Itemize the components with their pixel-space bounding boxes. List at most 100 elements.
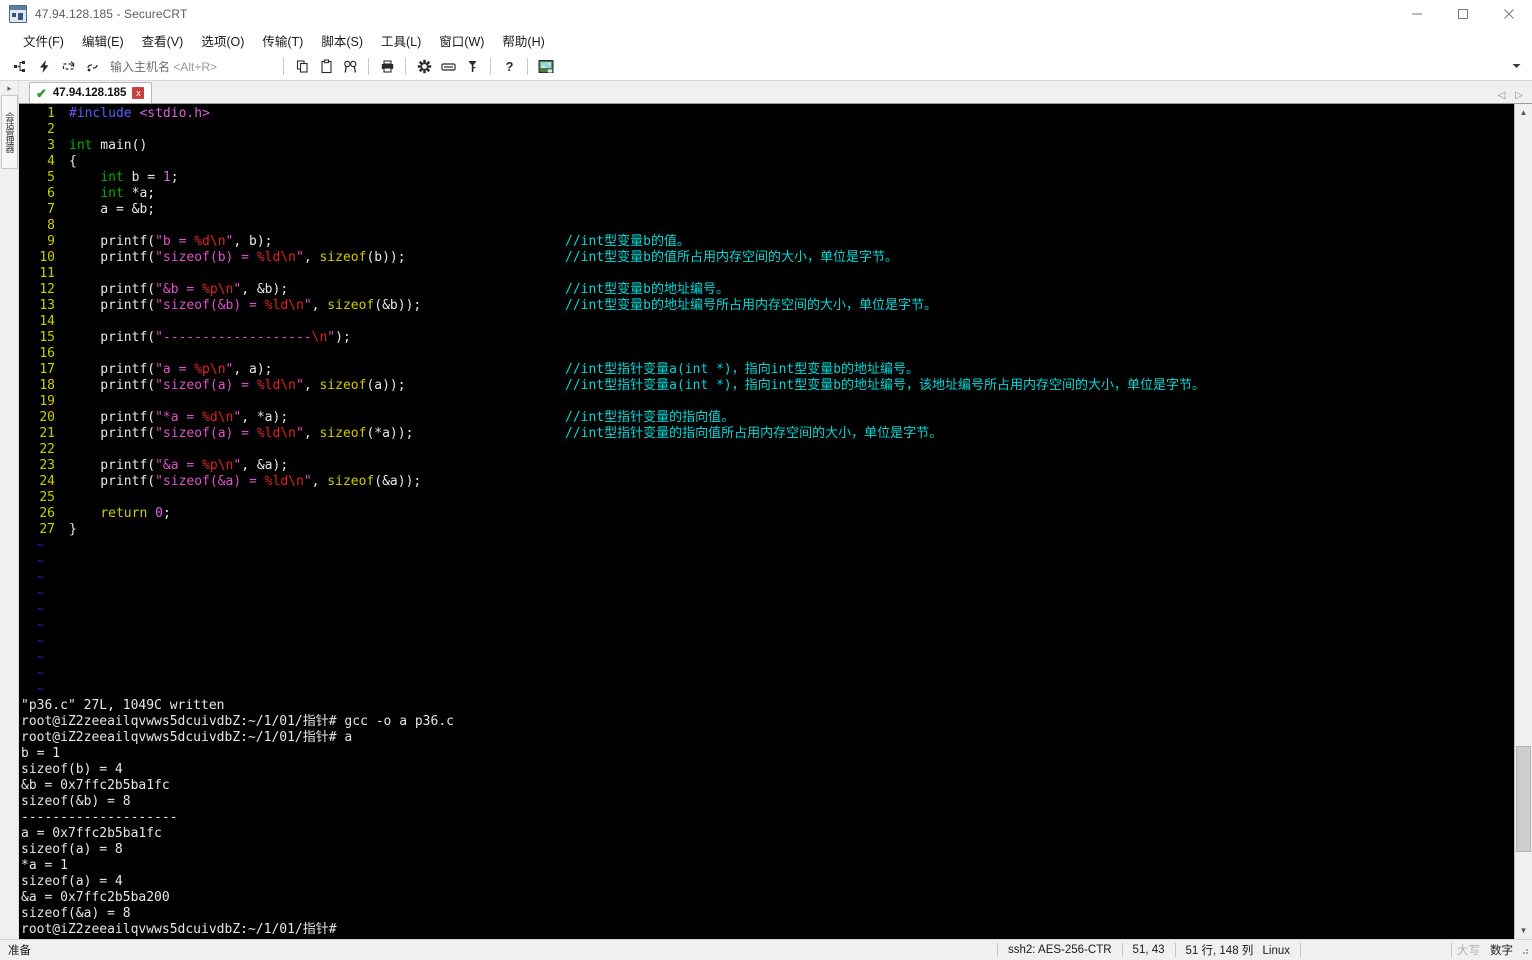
clone-session-icon[interactable] (80, 54, 104, 78)
maximize-button[interactable] (1440, 0, 1486, 28)
quick-connect-icon[interactable] (32, 54, 56, 78)
line-number: 6 (47, 186, 55, 201)
toolbar-overflow-chevron-down-icon[interactable] (1504, 54, 1528, 78)
scroll-down-button[interactable]: ▼ (1515, 922, 1532, 939)
sidebar-tab-session-manager[interactable]: 会话管理器 (0, 95, 18, 169)
menu-help[interactable]: 帮助(H) (493, 29, 553, 52)
menu-tools[interactable]: 工具(L) (372, 29, 430, 52)
line-code: printf("*a = %d\n", *a); (69, 410, 288, 425)
editor-empty-line: ~ (21, 586, 1514, 602)
editor-line: 16 (21, 346, 1514, 362)
terminal-scrollbar[interactable]: ▲ ▼ (1514, 104, 1532, 939)
code-token: sizeof (327, 474, 375, 489)
line-number: 4 (47, 154, 55, 169)
scroll-up-button[interactable]: ▲ (1515, 104, 1532, 121)
find-icon[interactable] (338, 54, 362, 78)
session-tab-strip: ✔ 47.94.128.185 x ◁ ▷ (19, 81, 1532, 103)
code-token: , (303, 426, 320, 441)
status-screen-size: 51 行, 148 列 Linux (1176, 942, 1300, 958)
menu-edit[interactable]: 编辑(E) (73, 29, 133, 52)
menu-options[interactable]: 选项(O) (192, 29, 253, 52)
line-number: 20 (39, 410, 55, 425)
code-token: "sizeof(&a) = (155, 474, 265, 489)
editor-line: 20 printf("*a = %d\n", *a); //int型指针变量的指向… (21, 410, 1514, 426)
code-token: %p (202, 458, 218, 473)
code-token: sizeof (319, 378, 367, 393)
status-encryption: ssh2: AES-256-CTR (1008, 944, 1112, 956)
editor-line: 21 printf("sizeof(a) = %ld\n", sizeof(*a… (21, 426, 1514, 442)
hostname-shortcut: <Alt+R> (173, 59, 218, 74)
session-tab-47-94-128-185[interactable]: ✔ 47.94.128.185 x (29, 82, 153, 103)
window-title: 47.94.128.185 - SecureCRT (35, 7, 188, 21)
sidebar-expand-icon[interactable]: ⯈ (6, 85, 12, 95)
toolbar-separator-2 (368, 57, 370, 75)
print-icon[interactable] (375, 54, 399, 78)
editor-empty-line: ~ (21, 666, 1514, 682)
code-token: , (311, 474, 328, 489)
hostname-input[interactable]: 输入主机名 <Alt+R> (110, 58, 217, 75)
code-token: %ld (256, 426, 281, 441)
editor-line: 5 int b = 1; (21, 170, 1514, 186)
editor-empty-line: ~ (21, 682, 1514, 698)
code-token: \n (280, 250, 296, 265)
help-icon[interactable]: ? (497, 54, 521, 78)
menu-script[interactable]: 脚本(S) (312, 29, 372, 52)
line-number: 11 (39, 266, 55, 281)
line-number: 27 (39, 522, 55, 537)
settings-icon[interactable] (412, 54, 436, 78)
scroll-track[interactable] (1515, 121, 1532, 922)
tab-next-arrow-icon[interactable]: ▷ (1515, 90, 1523, 101)
code-token: ; (162, 506, 171, 521)
session-tab-close-icon[interactable]: x (132, 87, 145, 99)
close-button[interactable] (1486, 0, 1532, 28)
line-number: 1 (47, 106, 55, 121)
code-token: printf( (69, 458, 156, 473)
toolbar-separator-3 (405, 57, 407, 75)
line-number: 10 (39, 250, 55, 265)
line-comment: //int型指针变量的指向值所占用内存空间的大小，单位是字节。 (565, 426, 943, 441)
key-icon[interactable] (460, 54, 484, 78)
status-bar: 准备 ssh2: AES-256-CTR 51, 43 51 行, 148 列 … (0, 939, 1532, 960)
reconnect-icon[interactable] (56, 54, 80, 78)
resize-grip[interactable] (1518, 944, 1530, 956)
new-session-icon[interactable] (8, 54, 32, 78)
terminal-output-line: sizeof(&a) = 8 (21, 906, 131, 921)
menu-view[interactable]: 查看(V) (133, 29, 193, 52)
menu-file[interactable]: 文件(F) (14, 29, 73, 52)
scroll-thumb[interactable] (1516, 745, 1531, 852)
code-token: " (327, 330, 336, 345)
code-token: printf( (69, 234, 156, 249)
line-number: 26 (39, 506, 55, 521)
minimize-button[interactable] (1394, 0, 1440, 28)
terminal-output-line: sizeof(a) = 4 (21, 874, 123, 889)
code-token: printf( (69, 474, 156, 489)
copy-icon[interactable] (290, 54, 314, 78)
code-token: \n (217, 410, 234, 425)
code-token: main() (92, 138, 148, 153)
terminal-output-line: sizeof(&b) = 8 (21, 794, 131, 809)
terminal-output-line: a = 0x7ffc2b5ba1fc (21, 826, 162, 841)
tab-prev-arrow-icon[interactable]: ◁ (1498, 90, 1506, 101)
terminal-screen[interactable]: 1 #include <stdio.h> 2 3 int main() 4{5 int b… (19, 104, 1514, 939)
code-token: \n (280, 378, 296, 393)
paste-icon[interactable] (314, 54, 338, 78)
line-number: 8 (47, 218, 55, 233)
code-token: "sizeof(a) = (155, 426, 257, 441)
editor-empty-line: ~ (21, 554, 1514, 570)
session-manager-sidebar: ⯈ 会话管理器 (0, 81, 19, 939)
line-comment: //int型指针变量的指向值。 (565, 410, 735, 425)
chat-icon[interactable] (534, 54, 558, 78)
keymap-icon[interactable] (436, 54, 460, 78)
menu-window[interactable]: 窗口(W) (430, 29, 493, 52)
line-number: 24 (39, 474, 55, 489)
code-token: %d (202, 410, 218, 425)
line-number: 14 (39, 314, 55, 329)
line-comment: //int型变量b的值。 (565, 234, 690, 249)
terminal-output-line: sizeof(a) = 8 (21, 842, 123, 857)
vim-tilde-marker: ~ (21, 634, 45, 649)
code-token: printf( (69, 330, 156, 345)
menu-transfer[interactable]: 传输(T) (253, 29, 312, 52)
editor-empty-line: ~ (21, 538, 1514, 554)
